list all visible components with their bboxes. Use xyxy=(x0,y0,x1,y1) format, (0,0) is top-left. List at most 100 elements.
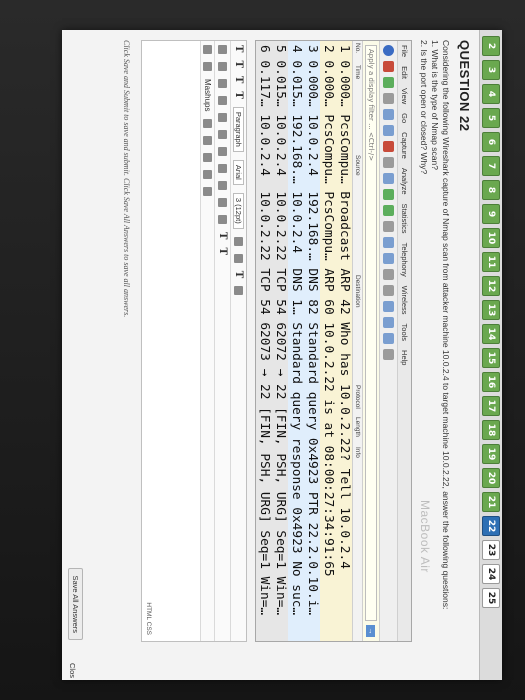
size-select[interactable]: 3 (12pt) xyxy=(233,192,244,229)
shark-fin-icon[interactable] xyxy=(383,45,394,56)
menu-wireless[interactable]: Wireless xyxy=(400,286,409,315)
go-back-icon[interactable] xyxy=(383,189,394,200)
question-nav-11[interactable]: 11 xyxy=(482,252,500,272)
colorize-icon[interactable] xyxy=(383,285,394,296)
col-source[interactable]: Source xyxy=(354,155,361,275)
question-nav-16[interactable]: 16 xyxy=(482,372,500,392)
question-nav-12[interactable]: 12 xyxy=(482,276,500,296)
col-time[interactable]: Time xyxy=(354,65,361,155)
question-nav-25[interactable]: 25 xyxy=(482,588,500,608)
bullet-list-icon[interactable] xyxy=(234,236,243,246)
underline-t-icon[interactable]: T xyxy=(233,76,244,83)
menu-statistics[interactable]: Statistics xyxy=(400,204,409,234)
save-all-answers-button[interactable]: Save All Answers xyxy=(68,568,83,640)
packet-row[interactable]: 3 0.000… 10.0.2.4 192.168.… DNS 82 Stand… xyxy=(304,41,320,641)
heading-t-icon[interactable]: T xyxy=(233,60,244,67)
paste-icon[interactable] xyxy=(218,79,227,88)
insert-image-icon[interactable] xyxy=(203,45,212,54)
undo-icon[interactable] xyxy=(218,113,227,122)
menu-tools[interactable]: Tools xyxy=(400,324,409,342)
font-select[interactable]: Arial xyxy=(233,159,244,185)
packet-row[interactable]: 2 0.000… PcsCompu… PcsCompu… ARP 60 10.0… xyxy=(320,41,336,641)
restart-capture-icon[interactable] xyxy=(383,77,394,88)
paragraph-mark-icon[interactable] xyxy=(203,119,212,129)
question-nav-22[interactable]: 22 xyxy=(482,516,500,536)
menu-view[interactable]: View xyxy=(400,88,409,104)
menu-edit[interactable]: Edit xyxy=(400,66,409,79)
go-to-packet-icon[interactable] xyxy=(383,221,394,232)
question-nav-5[interactable]: 5 xyxy=(482,108,500,128)
find-packet-icon[interactable] xyxy=(383,173,394,184)
reload-icon[interactable] xyxy=(383,157,394,168)
autoscroll-icon[interactable] xyxy=(383,269,394,280)
emoji-icon[interactable] xyxy=(203,153,212,163)
indent-icon[interactable] xyxy=(218,198,227,207)
question-nav-6[interactable]: 6 xyxy=(482,132,500,152)
align-left-icon[interactable] xyxy=(218,130,227,139)
resize-columns-icon[interactable] xyxy=(383,349,394,360)
packet-row[interactable]: 6 0.117… 10.0.2.4 10.0.2.22 TCP 54 62073… xyxy=(256,41,272,641)
question-nav-18[interactable]: 18 xyxy=(482,420,500,440)
zoom-in-icon[interactable] xyxy=(383,301,394,312)
packet-row[interactable]: 5 0.015… 10.0.2.4 10.0.2.22 TCP 54 62072… xyxy=(272,41,288,641)
open-file-icon[interactable] xyxy=(383,109,394,120)
apply-filter-arrow-icon[interactable]: → xyxy=(366,625,376,637)
subscript-icon[interactable]: T xyxy=(217,247,228,254)
paragraph-select[interactable]: Paragraph xyxy=(233,106,244,152)
menu-file[interactable]: File xyxy=(400,45,409,57)
zoom-normal-icon[interactable] xyxy=(383,333,394,344)
col-destination[interactable]: Destination xyxy=(354,275,361,385)
first-packet-icon[interactable] xyxy=(383,237,394,248)
save-file-icon[interactable] xyxy=(383,125,394,136)
question-nav-7[interactable]: 7 xyxy=(482,156,500,176)
text-color-icon[interactable]: T xyxy=(233,271,244,278)
align-center-icon[interactable] xyxy=(218,147,227,156)
question-nav-14[interactable]: 14 xyxy=(482,324,500,344)
question-nav-20[interactable]: 20 xyxy=(482,468,500,488)
col-length[interactable]: Length xyxy=(354,417,361,447)
packet-row[interactable]: 4 0.015… 192.168.… 10.0.2.4 DNS 1… Stand… xyxy=(288,41,304,641)
question-nav-21[interactable]: 21 xyxy=(482,492,500,512)
question-nav-10[interactable]: 10 xyxy=(482,228,500,248)
question-nav-24[interactable]: 24 xyxy=(482,564,500,584)
go-forward-icon[interactable] xyxy=(383,205,394,216)
insert-formula-icon[interactable] xyxy=(203,62,212,71)
menu-go[interactable]: Go xyxy=(400,113,409,123)
menu-capture[interactable]: Capture xyxy=(400,132,409,159)
col-info[interactable]: Info xyxy=(354,447,361,458)
highlight-icon[interactable] xyxy=(234,286,243,296)
justify-icon[interactable] xyxy=(218,181,227,190)
find-icon[interactable] xyxy=(218,96,227,105)
html-css-toggle[interactable]: HTML CSS xyxy=(145,602,152,635)
question-nav-8[interactable]: 8 xyxy=(482,180,500,200)
table-icon[interactable] xyxy=(203,187,212,197)
mashups-menu[interactable]: Mashups xyxy=(203,79,212,111)
align-right-icon[interactable] xyxy=(218,164,227,173)
packet-row[interactable]: 1 0.000… PcsCompu… Broadcast ARP 42 Who … xyxy=(336,41,352,641)
last-packet-icon[interactable] xyxy=(383,253,394,264)
question-nav-4[interactable]: 4 xyxy=(482,84,500,104)
col-protocol[interactable]: Protocol xyxy=(354,385,361,417)
question-nav-3[interactable]: 3 xyxy=(482,60,500,80)
question-nav-15[interactable]: 15 xyxy=(482,348,500,368)
question-nav-23[interactable]: 23 xyxy=(482,540,500,560)
zoom-out-icon[interactable] xyxy=(383,317,394,328)
menu-help[interactable]: Help xyxy=(400,350,409,365)
question-nav-19[interactable]: 19 xyxy=(482,444,500,464)
menu-analyze[interactable]: Analyze xyxy=(400,168,409,195)
question-nav-13[interactable]: 13 xyxy=(482,300,500,320)
close-file-icon[interactable] xyxy=(383,141,394,152)
col-no[interactable]: No. xyxy=(354,43,361,65)
stop-capture-icon[interactable] xyxy=(383,61,394,72)
strike-t-icon[interactable]: T xyxy=(233,91,244,98)
display-filter-input[interactable] xyxy=(365,45,377,621)
question-nav-2[interactable]: 2 xyxy=(482,36,500,56)
copy-icon[interactable] xyxy=(218,62,227,71)
quote-icon[interactable] xyxy=(203,136,212,146)
link-icon[interactable] xyxy=(203,170,212,180)
menu-telephony[interactable]: Telephony xyxy=(400,243,409,277)
superscript-icon[interactable]: T xyxy=(217,232,228,239)
question-nav-17[interactable]: 17 xyxy=(482,396,500,416)
heading-t-icon[interactable]: T xyxy=(233,45,244,52)
question-nav-9[interactable]: 9 xyxy=(482,204,500,224)
